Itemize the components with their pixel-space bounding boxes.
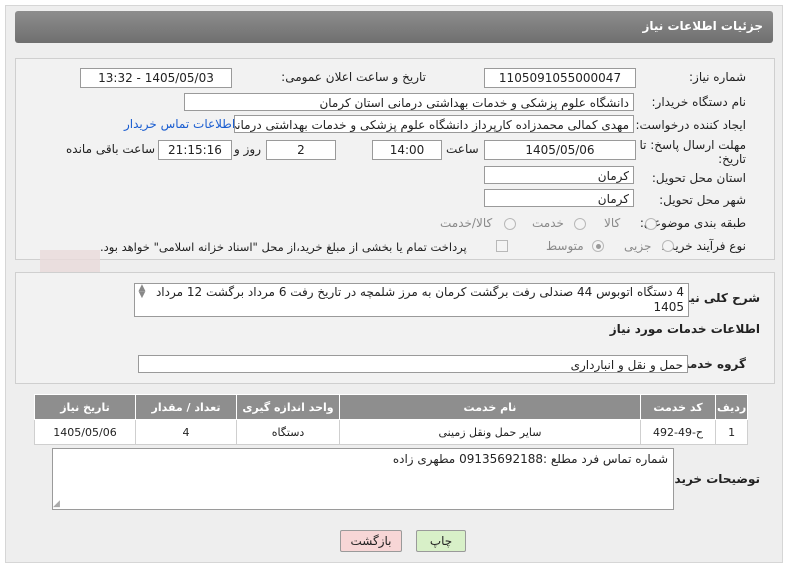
col-header-date: تاریخ نیاز (34, 394, 136, 420)
services-table: ردیف کد خدمت نام خدمت واحد اندازه گیری ت… (34, 394, 749, 445)
announce-datetime-field: 1405/05/03 - 13:32 (80, 68, 232, 88)
time-label: ساعت (446, 142, 479, 156)
remaining-time-field: 21:15:16 (158, 140, 232, 160)
description-textarea[interactable]: 4 دستگاه اتوبوس 44 صندلی رفت برگشت کرمان… (134, 283, 689, 317)
col-header-code: کد خدمت (640, 394, 716, 420)
table-row: 1 ح-49-492 سایر حمل ونقل زمینی دستگاه 4 … (34, 419, 749, 445)
need-number-field: 1105091055000047 (484, 68, 636, 88)
province-label: استان محل تحویل: (651, 171, 746, 185)
remaining-time-label: ساعت باقی مانده (66, 142, 156, 156)
buyer-org-label: نام دستگاه خریدار: (651, 95, 747, 109)
cell-unit: دستگاه (236, 419, 340, 445)
cell-need-date: 1405/05/06 (34, 419, 136, 445)
category-option-service: خدمت (532, 216, 564, 230)
col-header-quantity: تعداد / مقدار (135, 394, 237, 420)
description-scroll-arrows-icon[interactable]: ▲ ▼ (136, 284, 148, 300)
cell-quantity: 4 (135, 419, 237, 445)
col-header-name: نام خدمت (339, 394, 641, 420)
category-option-goods: کالا (604, 216, 621, 230)
services-table-wrap: ردیف کد خدمت نام خدمت واحد اندازه گیری ت… (34, 394, 749, 445)
creator-field: مهدی کمالی محمدزاده کارپرداز دانشگاه علو… (234, 115, 634, 133)
services-section-title: اطلاعات خدمات مورد نیاز (609, 322, 760, 336)
days-label: روز و (234, 142, 261, 156)
process-radio-medium[interactable] (592, 240, 604, 252)
category-radio-goods[interactable] (645, 218, 657, 230)
deadline-time-field: 14:00 (372, 140, 442, 160)
back-button[interactable]: بازگشت (340, 530, 402, 552)
category-radio-service[interactable] (574, 218, 586, 230)
buyer-notes-textarea[interactable]: شماره تماس فرد مطلع :09135692188 مطهری ز… (52, 448, 674, 510)
deadline-label-date: تاریخ: (718, 152, 746, 166)
city-field: کرمان (484, 189, 634, 207)
need-number-label: شماره نیاز: (689, 70, 746, 84)
process-option-medium: متوسط (546, 239, 584, 253)
process-option-minor: جزیی (624, 239, 652, 253)
col-header-unit: واحد اندازه گیری (236, 394, 340, 420)
print-button[interactable]: چاپ (416, 530, 466, 552)
announce-datetime-label: تاریخ و ساعت اعلان عمومی: (281, 70, 426, 84)
col-header-row: ردیف (714, 394, 749, 420)
province-field: کرمان (484, 166, 634, 184)
category-option-goods-service: کالا/خدمت (440, 216, 493, 230)
buyer-notes-text: شماره تماس فرد مطلع :09135692188 مطهری ز… (392, 452, 668, 466)
buyer-org-field: دانشگاه علوم پزشکی و خدمات بهداشتی درمان… (184, 93, 634, 111)
days-field: 2 (266, 140, 336, 160)
treasury-payment-checkbox[interactable] (496, 240, 508, 252)
cell-service-name: سایر حمل ونقل زمینی (339, 419, 641, 445)
cell-service-code: ح-49-492 (640, 419, 716, 445)
creator-label: ایجاد کننده درخواست: (635, 118, 746, 132)
cell-row-number: 1 (714, 419, 749, 445)
description-text: 4 دستگاه اتوبوس 44 صندلی رفت برگشت کرمان… (155, 285, 684, 314)
city-label: شهر محل تحویل: (659, 193, 746, 207)
deadline-label: مهلت ارسال پاسخ: تا (639, 138, 746, 152)
service-group-field: حمل و نقل و انبارداری (138, 355, 688, 373)
process-radio-minor[interactable] (662, 240, 674, 252)
page-title: جزئیات اطلاعات نیاز (642, 19, 763, 33)
category-radio-goods-service[interactable] (504, 218, 516, 230)
treasury-payment-note: پرداخت تمام یا بخشی از مبلغ خرید،از محل … (100, 240, 467, 254)
deadline-date-field: 1405/05/06 (484, 140, 636, 160)
buyer-contact-link[interactable]: اطلاعات تماس خریدار (124, 117, 235, 131)
resize-grip-icon[interactable]: ◢ (53, 499, 60, 509)
header-bar: جزئیات اطلاعات نیاز (15, 11, 773, 43)
